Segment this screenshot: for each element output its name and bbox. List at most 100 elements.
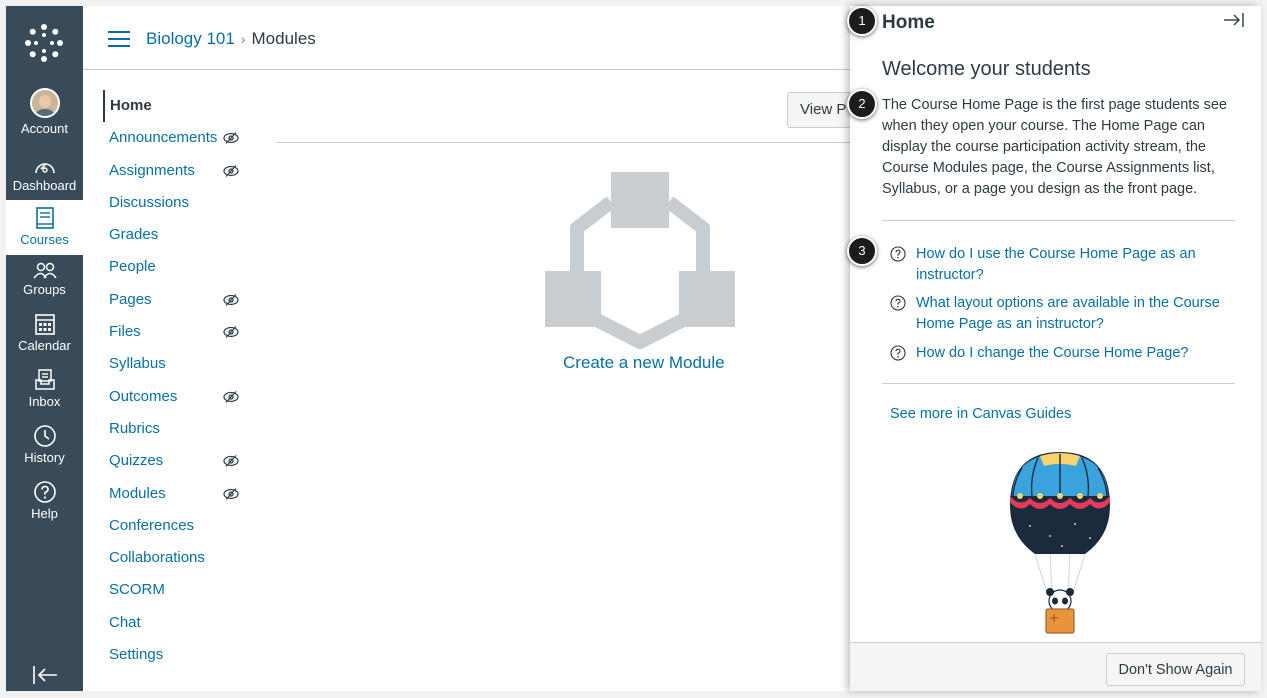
course-nav-label: Settings (109, 646, 164, 664)
breadcrumb: Biology 101 › Modules (146, 29, 316, 49)
course-nav-modules[interactable]: Modules (103, 478, 253, 510)
course-nav-chat[interactable]: Chat (103, 607, 253, 639)
global-nav: Account Dashboard Courses Groups Calenda… (6, 6, 83, 691)
history-icon (33, 425, 56, 447)
callout-3: 3 (847, 236, 877, 266)
course-nav-outcomes[interactable]: Outcomes (103, 381, 253, 413)
course-nav-label: Rubrics (109, 419, 160, 437)
course-menu-toggle[interactable] (108, 31, 130, 47)
nav-calendar-label: Calendar (18, 338, 71, 353)
nav-history[interactable]: History (6, 424, 83, 470)
course-nav-label: Discussions (109, 193, 190, 211)
question-circle-icon (890, 246, 906, 262)
canvas-logo-icon[interactable] (24, 23, 64, 63)
course-nav-quizzes[interactable]: Quizzes (103, 445, 253, 477)
close-tray-icon[interactable] (1223, 11, 1245, 29)
nav-history-label: History (24, 450, 65, 465)
see-more-guides-link[interactable]: See more in Canvas Guides (890, 406, 1071, 422)
content-divider (276, 142, 850, 143)
module-illustration-icon (545, 172, 735, 349)
tray-subtitle: Welcome your students (882, 58, 1091, 80)
nav-courses[interactable]: Courses (6, 200, 83, 255)
nav-account[interactable]: Account (6, 88, 83, 143)
collapse-nav-icon[interactable] (31, 661, 59, 689)
course-nav-files[interactable]: Files (103, 316, 253, 348)
create-module-link[interactable]: Create a new Module (563, 353, 725, 373)
course-nav-people[interactable]: People (103, 251, 253, 283)
nav-dashboard-label: Dashboard (12, 178, 77, 193)
course-nav: Home Announcements Assignments Discussio… (103, 90, 253, 671)
avatar (29, 88, 60, 118)
question-circle-icon (890, 295, 906, 311)
hidden-eye-icon (223, 132, 239, 145)
course-nav-label: Quizzes (109, 452, 164, 470)
course-nav-label: Collaborations (109, 549, 205, 567)
course-nav-label: Modules (109, 484, 166, 502)
hot-air-balloon-panda-illustration (1010, 452, 1110, 634)
guide-link[interactable]: What layout options are available in the… (890, 293, 1236, 335)
hidden-eye-icon (223, 390, 239, 403)
home-tray: Home Welcome your students The Course Ho… (850, 6, 1261, 691)
course-nav-scorm[interactable]: SCORM (103, 574, 253, 606)
course-nav-label: Announcements (109, 129, 218, 147)
breadcrumb-current: Modules (251, 29, 316, 48)
nav-groups[interactable]: Groups (6, 262, 83, 304)
calendar-icon (34, 314, 55, 335)
nav-inbox-label: Inbox (28, 394, 61, 409)
breadcrumb-course-link[interactable]: Biology 101 (146, 29, 235, 48)
course-nav-home[interactable]: Home (103, 90, 253, 123)
tray-divider (882, 220, 1235, 221)
course-nav-announcements[interactable]: Announcements (103, 122, 253, 154)
course-nav-label: People (109, 258, 156, 276)
hidden-eye-icon (223, 293, 239, 306)
question-circle-icon (890, 345, 906, 361)
course-nav-label: Chat (109, 613, 141, 631)
main-content: Biology 101 › Modules Home Announcements A… (83, 6, 850, 691)
dashboard-icon (34, 163, 55, 174)
guide-link[interactable]: How do I use the Course Home Page as an … (890, 244, 1236, 286)
course-nav-assignments[interactable]: Assignments (103, 155, 253, 187)
course-header: Biology 101 › Modules (83, 6, 850, 70)
course-nav-discussions[interactable]: Discussions (103, 187, 253, 219)
guide-link[interactable]: How do I change the Course Home Page? (890, 343, 1236, 364)
course-nav-label: Conferences (109, 516, 195, 534)
inbox-icon (34, 369, 55, 390)
breadcrumb-separator: › (240, 31, 246, 47)
course-nav-rubrics[interactable]: Rubrics (103, 413, 253, 445)
view-progress-button[interactable]: View P (787, 92, 850, 128)
course-nav-grades[interactable]: Grades (103, 219, 253, 251)
course-nav-settings[interactable]: Settings (103, 639, 253, 671)
course-nav-label: Grades (109, 226, 159, 244)
guide-link-text: How do I change the Course Home Page? (916, 345, 1189, 361)
hidden-eye-icon (223, 487, 239, 500)
nav-account-label: Account (21, 121, 68, 136)
tray-title: Home (882, 12, 935, 33)
tray-description: The Course Home Page is the first page s… (882, 97, 1227, 197)
course-nav-label: Assignments (109, 161, 195, 179)
nav-help[interactable]: Help (6, 480, 83, 526)
course-nav-label: Syllabus (109, 355, 166, 373)
course-nav-label: Outcomes (109, 387, 178, 405)
hidden-eye-icon (223, 326, 239, 338)
hidden-eye-icon (223, 455, 239, 468)
tray-divider (882, 383, 1235, 384)
course-nav-conferences[interactable]: Conferences (103, 510, 253, 542)
nav-calendar[interactable]: Calendar (6, 312, 83, 358)
nav-inbox[interactable]: Inbox (6, 368, 83, 414)
callout-2: 2 (847, 89, 877, 119)
nav-dashboard[interactable]: Dashboard (6, 156, 83, 198)
help-icon (33, 481, 56, 503)
courses-icon (35, 207, 54, 229)
dont-show-again-button[interactable]: Don't Show Again (1106, 653, 1245, 686)
nav-groups-label: Groups (23, 282, 66, 297)
tray-footer: Don't Show Again (850, 642, 1261, 691)
course-nav-label: SCORM (109, 581, 165, 599)
course-nav-collaborations[interactable]: Collaborations (103, 542, 253, 574)
course-nav-pages[interactable]: Pages (103, 284, 253, 316)
course-nav-label: Files (109, 323, 141, 341)
nav-help-label: Help (31, 506, 58, 521)
callout-1: 1 (847, 6, 877, 36)
guide-link-text: What layout options are available in the… (916, 295, 1220, 332)
hidden-eye-icon (223, 164, 239, 177)
course-nav-syllabus[interactable]: Syllabus (103, 348, 253, 380)
